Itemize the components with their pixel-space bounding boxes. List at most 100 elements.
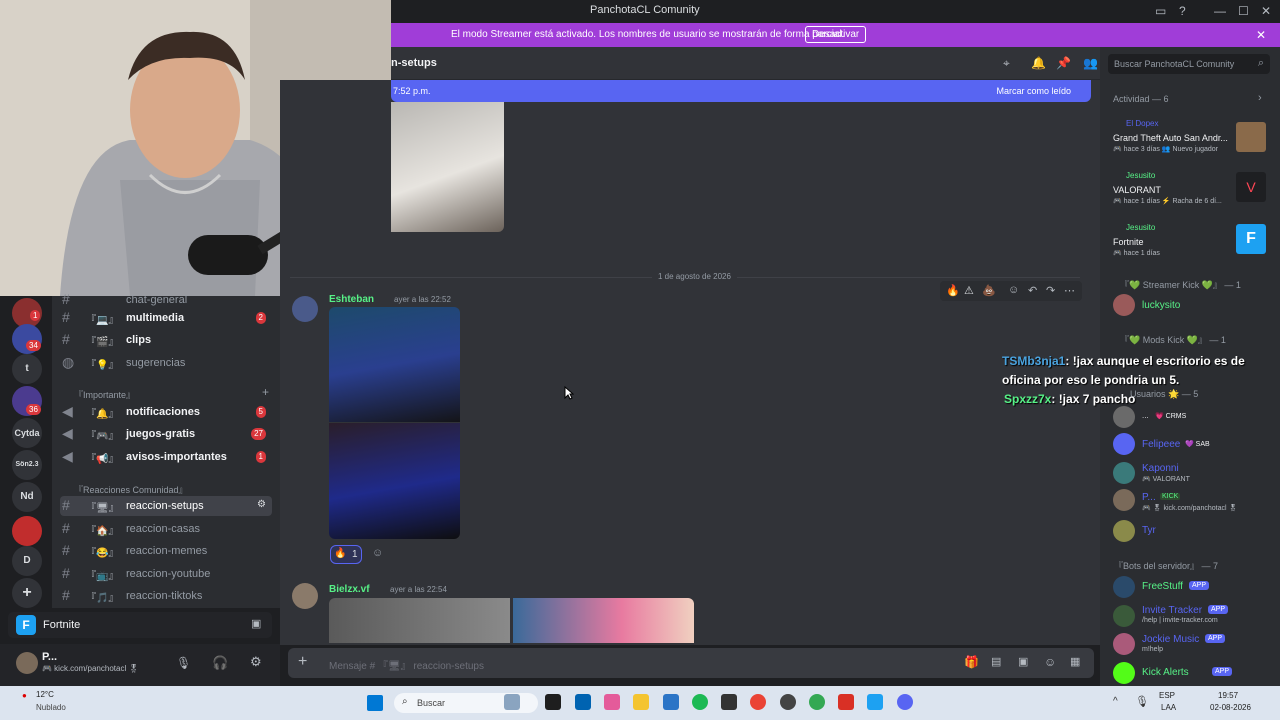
chevron-right-icon[interactable]: ›: [1258, 92, 1262, 104]
avatar[interactable]: [1113, 605, 1135, 627]
category-reactions[interactable]: 『Reacciones Comunidad』: [74, 483, 188, 496]
member-name[interactable]: P...: [1142, 492, 1156, 503]
clock-date[interactable]: 02-08-2026: [1210, 703, 1251, 712]
search-input[interactable]: Buscar PanchotaCL Comunity ⌕: [1108, 54, 1270, 74]
add-channel-icon[interactable]: +: [262, 385, 269, 399]
member-name[interactable]: Felipeee: [1142, 439, 1180, 450]
weather-desc[interactable]: Nublado: [36, 703, 66, 712]
minimize-icon[interactable]: —: [1214, 4, 1226, 18]
channel-item[interactable]: ◀ 『🔔』 notificaciones 5: [60, 402, 272, 422]
more-icon[interactable]: ⋯: [1064, 284, 1075, 297]
language-sub[interactable]: LAA: [1161, 703, 1176, 712]
avatar[interactable]: [1113, 433, 1135, 455]
widgets-icon[interactable]: [504, 694, 520, 710]
image-attachment[interactable]: [329, 423, 460, 539]
channel-item-active[interactable]: # 『🖥』 reaccion-setups ⚙: [60, 496, 272, 516]
add-reaction-icon[interactable]: ☺: [1008, 284, 1019, 296]
file-explorer-icon[interactable]: [633, 694, 649, 710]
microphone-icon[interactable]: 🎙: [176, 656, 191, 670]
headphones-icon[interactable]: 🎧: [212, 655, 228, 671]
channel-item[interactable]: ◀ 『🎮』 juegos-gratis 27: [60, 424, 272, 444]
avatar[interactable]: [1113, 520, 1135, 542]
message-author[interactable]: Bielzx.vf: [329, 584, 370, 595]
pin-icon[interactable]: 📌: [1056, 56, 1071, 70]
activity-card[interactable]: Jesusito Fortnite 🎮 hace 1 días F: [1108, 218, 1274, 262]
fire-reaction-icon[interactable]: 🔥: [946, 284, 960, 297]
screen-share-icon[interactable]: ▣: [251, 617, 261, 630]
bell-icon[interactable]: 🔔: [1031, 56, 1046, 70]
activity-card[interactable]: El Dopex Grand Theft Auto San Andr... 🎮 …: [1108, 114, 1274, 158]
store-icon[interactable]: [575, 694, 591, 710]
forward-icon[interactable]: ↷: [1046, 284, 1055, 297]
image-attachment[interactable]: [329, 598, 510, 643]
spotify-icon[interactable]: [692, 694, 708, 710]
channel-item[interactable]: # 『🎬』 clips: [60, 330, 272, 350]
disable-streamer-button[interactable]: Desactivar: [805, 26, 867, 43]
microphone-tray-icon[interactable]: 🎙: [1135, 695, 1149, 708]
avatar[interactable]: [1113, 462, 1135, 484]
avatar[interactable]: [1113, 406, 1135, 428]
chrome-icon[interactable]: [809, 694, 825, 710]
channel-item[interactable]: # 『💻』 multimedia 2: [60, 308, 272, 328]
message-author[interactable]: Eshteban: [329, 294, 374, 305]
language-indicator[interactable]: ESP: [1159, 691, 1175, 700]
help-icon[interactable]: ?: [1179, 4, 1186, 18]
message-composer[interactable]: + Mensaje # 『🖥』 reaccion-setups 🎁 ▤ ▣ ☺ …: [288, 648, 1094, 678]
chevron-up-icon[interactable]: ^: [1113, 696, 1118, 707]
members-icon[interactable]: 👥: [1083, 56, 1098, 70]
apps-icon[interactable]: ▦: [1070, 655, 1080, 668]
image-attachment[interactable]: [513, 598, 694, 643]
server-icon-nd[interactable]: Nd: [12, 482, 42, 512]
app-icon[interactable]: [838, 694, 854, 710]
mark-read-button[interactable]: Marcar como leído: [996, 86, 1071, 96]
windows-start-icon[interactable]: [367, 695, 383, 711]
channel-item[interactable]: ◀ 『📢』 avisos-importantes 1: [60, 447, 272, 467]
channel-settings-icon[interactable]: ⚙: [257, 499, 266, 510]
clock-time[interactable]: 19:57: [1218, 691, 1238, 700]
attach-icon[interactable]: +: [298, 653, 307, 671]
server-icon-red[interactable]: [12, 516, 42, 546]
reaction-pill[interactable]: 🔥 1: [330, 545, 362, 564]
chrome-icon[interactable]: [750, 694, 766, 710]
task-view-icon[interactable]: [545, 694, 561, 710]
activity-panel[interactable]: F Fortnite ▣: [8, 612, 272, 638]
app-icon[interactable]: [663, 694, 679, 710]
channel-item[interactable]: # 『🎵』 reaccion-tiktoks: [60, 586, 272, 606]
new-messages-bar[interactable]: 7:52 p.m. Marcar como leído: [391, 80, 1091, 102]
server-icon-t[interactable]: t: [12, 354, 42, 384]
avatar[interactable]: [1113, 576, 1135, 598]
copilot-icon[interactable]: [604, 694, 620, 710]
user-settings-icon[interactable]: ⚙: [250, 654, 262, 670]
member-name[interactable]: luckysito: [1142, 300, 1180, 311]
discord-icon[interactable]: [897, 694, 913, 710]
avatar[interactable]: [292, 296, 318, 322]
channel-item[interactable]: # 『😂』 reaccion-memes: [60, 541, 272, 561]
sticker-icon[interactable]: ▣: [1018, 655, 1028, 668]
member-name[interactable]: Invite Tracker: [1142, 605, 1202, 616]
server-icon-cytda[interactable]: Cytda: [12, 418, 42, 448]
avatar[interactable]: [292, 583, 318, 609]
channel-item[interactable]: # chat-general: [60, 290, 272, 310]
avatar[interactable]: [1113, 489, 1135, 511]
member-name[interactable]: FreeStuff: [1142, 581, 1183, 592]
gif-icon[interactable]: ▤: [991, 655, 1001, 668]
member-name[interactable]: ...: [1142, 411, 1149, 420]
inbox-icon[interactable]: ▭: [1155, 4, 1166, 18]
member-name[interactable]: Tyr: [1142, 525, 1156, 536]
fortnite-icon[interactable]: [867, 694, 883, 710]
avatar[interactable]: [1113, 633, 1135, 655]
avatar[interactable]: [16, 652, 38, 674]
obs-icon[interactable]: [780, 694, 796, 710]
image-attachment[interactable]: [329, 307, 460, 422]
avatar[interactable]: [1113, 294, 1135, 316]
gift-icon[interactable]: 🎁: [964, 655, 979, 669]
channel-item[interactable]: ◍ 『💡』 sugerencias: [60, 353, 272, 373]
image-attachment[interactable]: [391, 102, 504, 232]
channel-item[interactable]: # 『📺』 reaccion-youtube: [60, 564, 272, 584]
server-icon-d[interactable]: D: [12, 546, 42, 576]
add-reaction-icon[interactable]: ☺: [372, 547, 383, 559]
reply-icon[interactable]: ↶: [1028, 284, 1037, 297]
channel-item[interactable]: # 『🏠』 reaccion-casas: [60, 519, 272, 539]
add-server-icon[interactable]: +: [12, 578, 42, 608]
threads-icon[interactable]: ⌖: [1003, 56, 1010, 71]
